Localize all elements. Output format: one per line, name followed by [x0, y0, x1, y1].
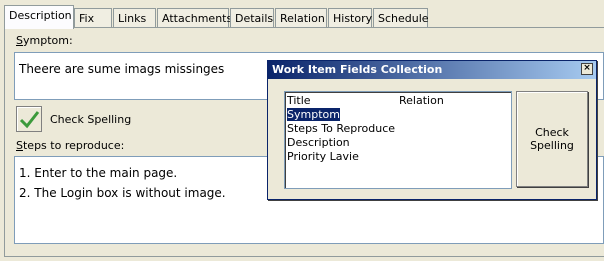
list-header-title: Title	[287, 94, 311, 107]
symptom-label: Symptom:	[16, 34, 73, 47]
list-item-label: Symptom	[286, 107, 341, 122]
dialog-button-label-line1: Check	[535, 126, 569, 139]
tab-strip: Description Fix Links Attachments Detail…	[4, 4, 604, 29]
symptom-label-text: ymptom:	[22, 34, 73, 47]
dialog-title-bar[interactable]: Work Item Fields Collection ×	[268, 61, 596, 79]
work-item-fields-dialog: Work Item Fields Collection × Title Rela…	[267, 60, 597, 200]
check-spelling-button[interactable]	[16, 106, 42, 132]
tab-attachments[interactable]: Attachments	[157, 8, 232, 28]
fields-list[interactable]: Title Relation Symptom Steps To Reproduc…	[284, 91, 512, 189]
check-spelling-label: Check Spelling	[50, 113, 132, 126]
tab-fix[interactable]: Fix	[74, 8, 112, 28]
tab-details[interactable]: Details	[230, 8, 274, 28]
checkmark-icon	[19, 111, 40, 129]
steps-label-accesskey: S	[16, 139, 23, 152]
list-item[interactable]: Symptom	[286, 107, 509, 122]
list-item-label: Description	[287, 136, 350, 149]
list-item-label: Steps To Reproduce	[287, 122, 396, 135]
tab-description[interactable]: Description	[4, 5, 74, 29]
steps-label: Steps to reproduce:	[16, 139, 124, 152]
tab-relation[interactable]: Relation	[275, 8, 327, 28]
tab-schedule[interactable]: Schedule	[373, 8, 429, 28]
tab-history[interactable]: History	[328, 8, 372, 28]
dialog-button-label-line2: Spelling	[530, 139, 574, 152]
symptom-label-accesskey: S	[16, 34, 23, 47]
list-item[interactable]: Description	[287, 136, 509, 150]
list-item-label: Priority Lavie	[287, 150, 359, 163]
steps-label-text: teps to reproduce:	[22, 139, 125, 152]
close-icon[interactable]: ×	[581, 63, 593, 75]
list-header: Title Relation	[287, 94, 509, 108]
dialog-check-spelling-button[interactable]: Check Spelling	[516, 91, 588, 187]
list-item[interactable]: Steps To Reproduce	[287, 122, 509, 136]
list-item[interactable]: Priority Lavie	[287, 150, 509, 164]
dialog-title: Work Item Fields Collection	[272, 63, 443, 76]
symptom-value: Theere are sume imags missinges	[19, 62, 225, 76]
list-header-relation: Relation	[399, 94, 444, 107]
tab-links[interactable]: Links	[113, 8, 156, 28]
